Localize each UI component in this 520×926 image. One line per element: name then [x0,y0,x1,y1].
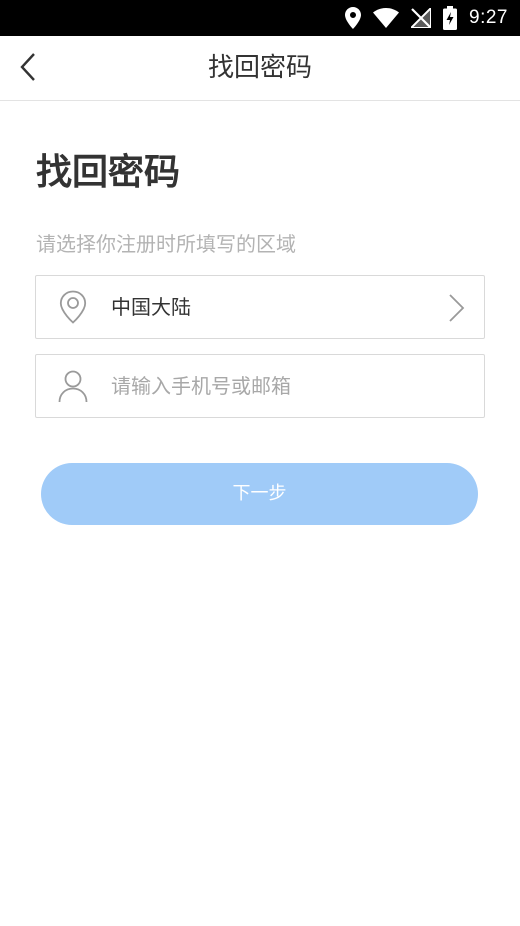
battery-charging-icon [443,6,458,30]
nav-title: 找回密码 [207,53,312,83]
region-value: 中国大陆 [111,295,191,319]
location-icon [345,7,362,29]
next-step-button[interactable]: 下一步 [41,463,478,525]
phone-or-email-input[interactable] [111,367,461,405]
status-time: 9:27 [469,7,508,28]
region-hint: 请选择你注册时所填写的区域 [36,232,296,256]
page-heading: 找回密码 [36,152,181,193]
wifi-icon [373,8,400,28]
status-icons: 9:27 [345,0,508,36]
navigation-bar: 找回密码 [0,36,520,101]
location-pin-icon [56,290,90,324]
status-bar: 9:27 [0,0,520,36]
account-field [35,354,485,418]
back-button[interactable] [0,36,56,101]
no-signal-icon [411,8,432,28]
chevron-left-icon [20,52,36,85]
user-icon [56,369,90,403]
chevron-right-icon [446,293,466,323]
region-selector[interactable]: 中国大陆 [35,275,485,339]
